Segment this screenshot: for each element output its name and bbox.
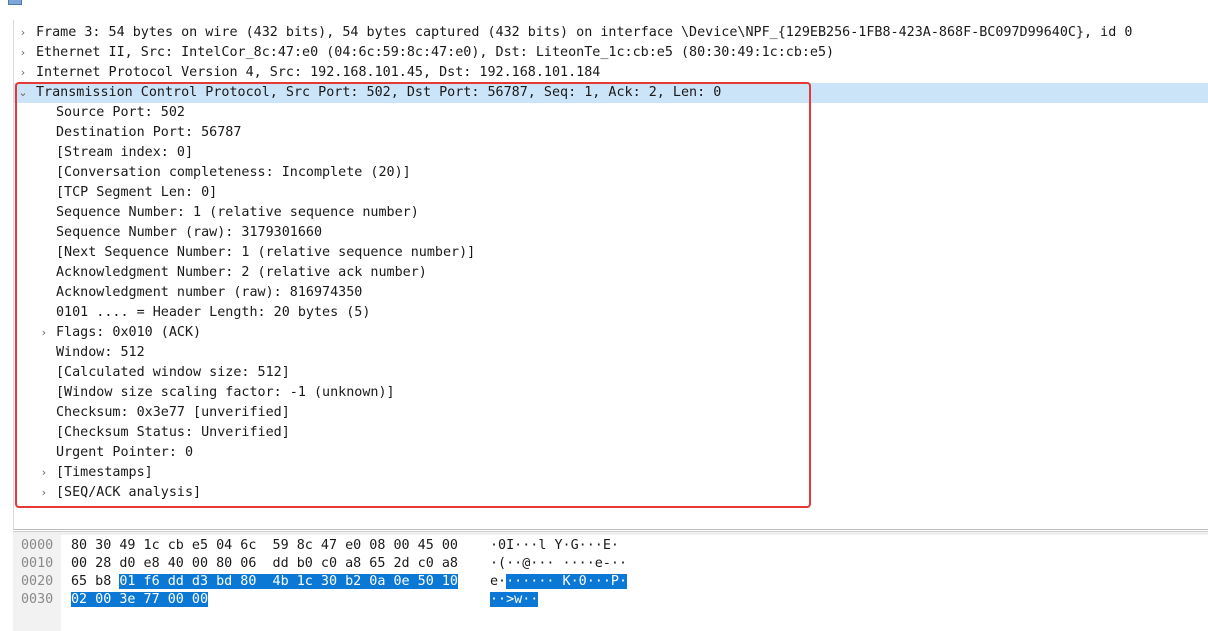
ascii-bytes[interactable]: ·0I···l Y·G···E· — [490, 538, 619, 553]
row-label: Internet Protocol Version 4, Src: 192.16… — [36, 65, 601, 80]
protocol-row[interactable]: › Frame 3: 54 bytes on wire (432 bits), 5… — [14, 23, 1208, 43]
tcp-field-row[interactable]: [TCP Segment Len: 0] — [14, 183, 1208, 203]
row-label: Flags: 0x010 (ACK) — [56, 325, 202, 340]
tcp-field-row[interactable]: Checksum: 0x3e77 [unverified] — [14, 403, 1208, 423]
hex-bytes-selected[interactable]: 02 00 3e 77 00 00 — [71, 592, 209, 607]
tcp-field-row[interactable]: Urgent Pointer: 0 — [14, 443, 1208, 463]
hex-bytes-selected[interactable]: 01 f6 dd d3 bd 80 4b 1c 30 b2 0a 0e 50 1… — [119, 574, 458, 589]
ascii-bytes-selected[interactable]: ··>w·· — [490, 592, 539, 607]
row-label: Sequence Number: 1 (relative sequence nu… — [56, 205, 419, 220]
tcp-field-row[interactable]: Destination Port: 56787 — [14, 123, 1208, 143]
tcp-field-row[interactable]: Sequence Number (raw): 3179301660 — [14, 223, 1208, 243]
ascii-line[interactable]: e······· K·0···P· — [490, 573, 628, 591]
expand-chevron-icon[interactable]: › — [38, 483, 50, 503]
row-label: Window: 512 — [56, 345, 145, 360]
row-label: Acknowledgment number (raw): 816974350 — [56, 285, 363, 300]
ascii-bytes[interactable]: ·(··@··· ····e-·· — [490, 556, 627, 571]
tcp-field-row[interactable]: [Conversation completeness: Incomplete (… — [14, 163, 1208, 183]
row-label: [Calculated window size: 512] — [56, 365, 290, 380]
row-label: [Timestamps] — [56, 465, 153, 480]
byte-offset: 0000 — [21, 538, 54, 553]
row-label: Ethernet II, Src: IntelCor_8c:47:e0 (04:… — [36, 45, 835, 60]
row-label: [TCP Segment Len: 0] — [56, 185, 218, 200]
tcp-field-row[interactable]: Acknowledgment number (raw): 816974350 — [14, 283, 1208, 303]
tcp-field-row[interactable]: Sequence Number: 1 (relative sequence nu… — [14, 203, 1208, 223]
protocol-row[interactable]: ⌄ Transmission Control Protocol, Src Port… — [14, 83, 1208, 103]
expand-chevron-icon[interactable]: › — [38, 463, 50, 483]
hex-bytes[interactable]: 65 b8 — [71, 574, 119, 589]
byte-offset: 0010 — [21, 556, 54, 571]
app-icon — [8, 0, 22, 5]
tcp-field-row[interactable]: Window: 512 — [14, 343, 1208, 363]
hex-line[interactable]: 80 30 49 1c cb e5 04 6c 59 8c 47 e0 08 0… — [71, 537, 458, 555]
row-label: [Next Sequence Number: 1 (relative seque… — [56, 245, 476, 260]
tcp-field-row[interactable]: [Stream index: 0] — [14, 143, 1208, 163]
tcp-field-row[interactable]: [Next Sequence Number: 1 (relative seque… — [14, 243, 1208, 263]
row-label: Transmission Control Protocol, Src Port:… — [36, 85, 722, 100]
row-label: Frame 3: 54 bytes on wire (432 bits), 54… — [36, 25, 1133, 40]
expand-chevron-icon[interactable]: › — [17, 23, 29, 43]
tcp-field-row[interactable]: 0101 .... = Header Length: 20 bytes (5) — [14, 303, 1208, 323]
tcp-field-row[interactable]: › [Timestamps] — [14, 463, 1208, 483]
packet-details-pane[interactable]: › Frame 3: 54 bytes on wire (432 bits), 5… — [13, 20, 1208, 530]
row-label: Acknowledgment Number: 2 (relative ack n… — [56, 265, 427, 280]
byte-offset: 0030 — [21, 592, 54, 607]
ascii-bytes[interactable]: e· — [490, 574, 506, 589]
expand-chevron-icon[interactable]: › — [17, 43, 29, 63]
row-label: 0101 .... = Header Length: 20 bytes (5) — [56, 305, 371, 320]
hex-line[interactable]: 00 28 d0 e8 40 00 80 06 dd b0 c0 a8 65 2… — [71, 555, 458, 573]
packet-bytes-pane[interactable]: 0000 80 30 49 1c cb e5 04 6c 59 8c 47 e0 … — [13, 535, 1208, 631]
hex-bytes[interactable]: 80 30 49 1c cb e5 04 6c 59 8c 47 e0 08 0… — [71, 538, 458, 553]
row-label: Urgent Pointer: 0 — [56, 445, 194, 460]
window-title-strip — [0, 0, 1208, 20]
protocol-row[interactable]: › Internet Protocol Version 4, Src: 192.1… — [14, 63, 1208, 83]
tcp-field-row[interactable]: › [SEQ/ACK analysis] — [14, 483, 1208, 503]
protocol-row[interactable]: › Ethernet II, Src: IntelCor_8c:47:e0 (04… — [14, 43, 1208, 63]
tcp-field-row[interactable]: Acknowledgment Number: 2 (relative ack n… — [14, 263, 1208, 283]
ascii-line[interactable]: ·0I···l Y·G···E· — [490, 537, 619, 555]
tcp-field-row[interactable]: [Calculated window size: 512] — [14, 363, 1208, 383]
row-label: Checksum: 0x3e77 [unverified] — [56, 405, 290, 420]
tcp-field-row[interactable]: Source Port: 502 — [14, 103, 1208, 123]
ascii-bytes-selected[interactable]: ······ K·0···P· — [506, 574, 628, 589]
row-label: [Checksum Status: Unverified] — [56, 425, 290, 440]
row-label: Sequence Number (raw): 3179301660 — [56, 225, 323, 240]
collapse-chevron-icon[interactable]: ⌄ — [17, 83, 29, 103]
ascii-line[interactable]: ·(··@··· ····e-·· — [490, 555, 627, 573]
row-label: Source Port: 502 — [56, 105, 185, 120]
row-label: [Conversation completeness: Incomplete (… — [56, 165, 411, 180]
row-label: [SEQ/ACK analysis] — [56, 485, 202, 500]
hex-line[interactable]: 02 00 3e 77 00 00 — [71, 591, 209, 609]
row-label: [Window size scaling factor: -1 (unknown… — [56, 385, 395, 400]
ascii-line[interactable]: ··>w·· — [490, 591, 539, 609]
row-label: Destination Port: 56787 — [56, 125, 242, 140]
row-label: [Stream index: 0] — [56, 145, 194, 160]
byte-offset: 0020 — [21, 574, 54, 589]
hex-bytes[interactable]: 00 28 d0 e8 40 00 80 06 dd b0 c0 a8 65 2… — [71, 556, 458, 571]
expand-chevron-icon[interactable]: › — [38, 323, 50, 343]
tcp-field-row[interactable]: [Checksum Status: Unverified] — [14, 423, 1208, 443]
expand-chevron-icon[interactable]: › — [17, 63, 29, 83]
tcp-field-row[interactable]: [Window size scaling factor: -1 (unknown… — [14, 383, 1208, 403]
hex-line[interactable]: 65 b8 01 f6 dd d3 bd 80 4b 1c 30 b2 0a 0… — [71, 573, 458, 591]
tcp-field-row[interactable]: › Flags: 0x010 (ACK) — [14, 323, 1208, 343]
